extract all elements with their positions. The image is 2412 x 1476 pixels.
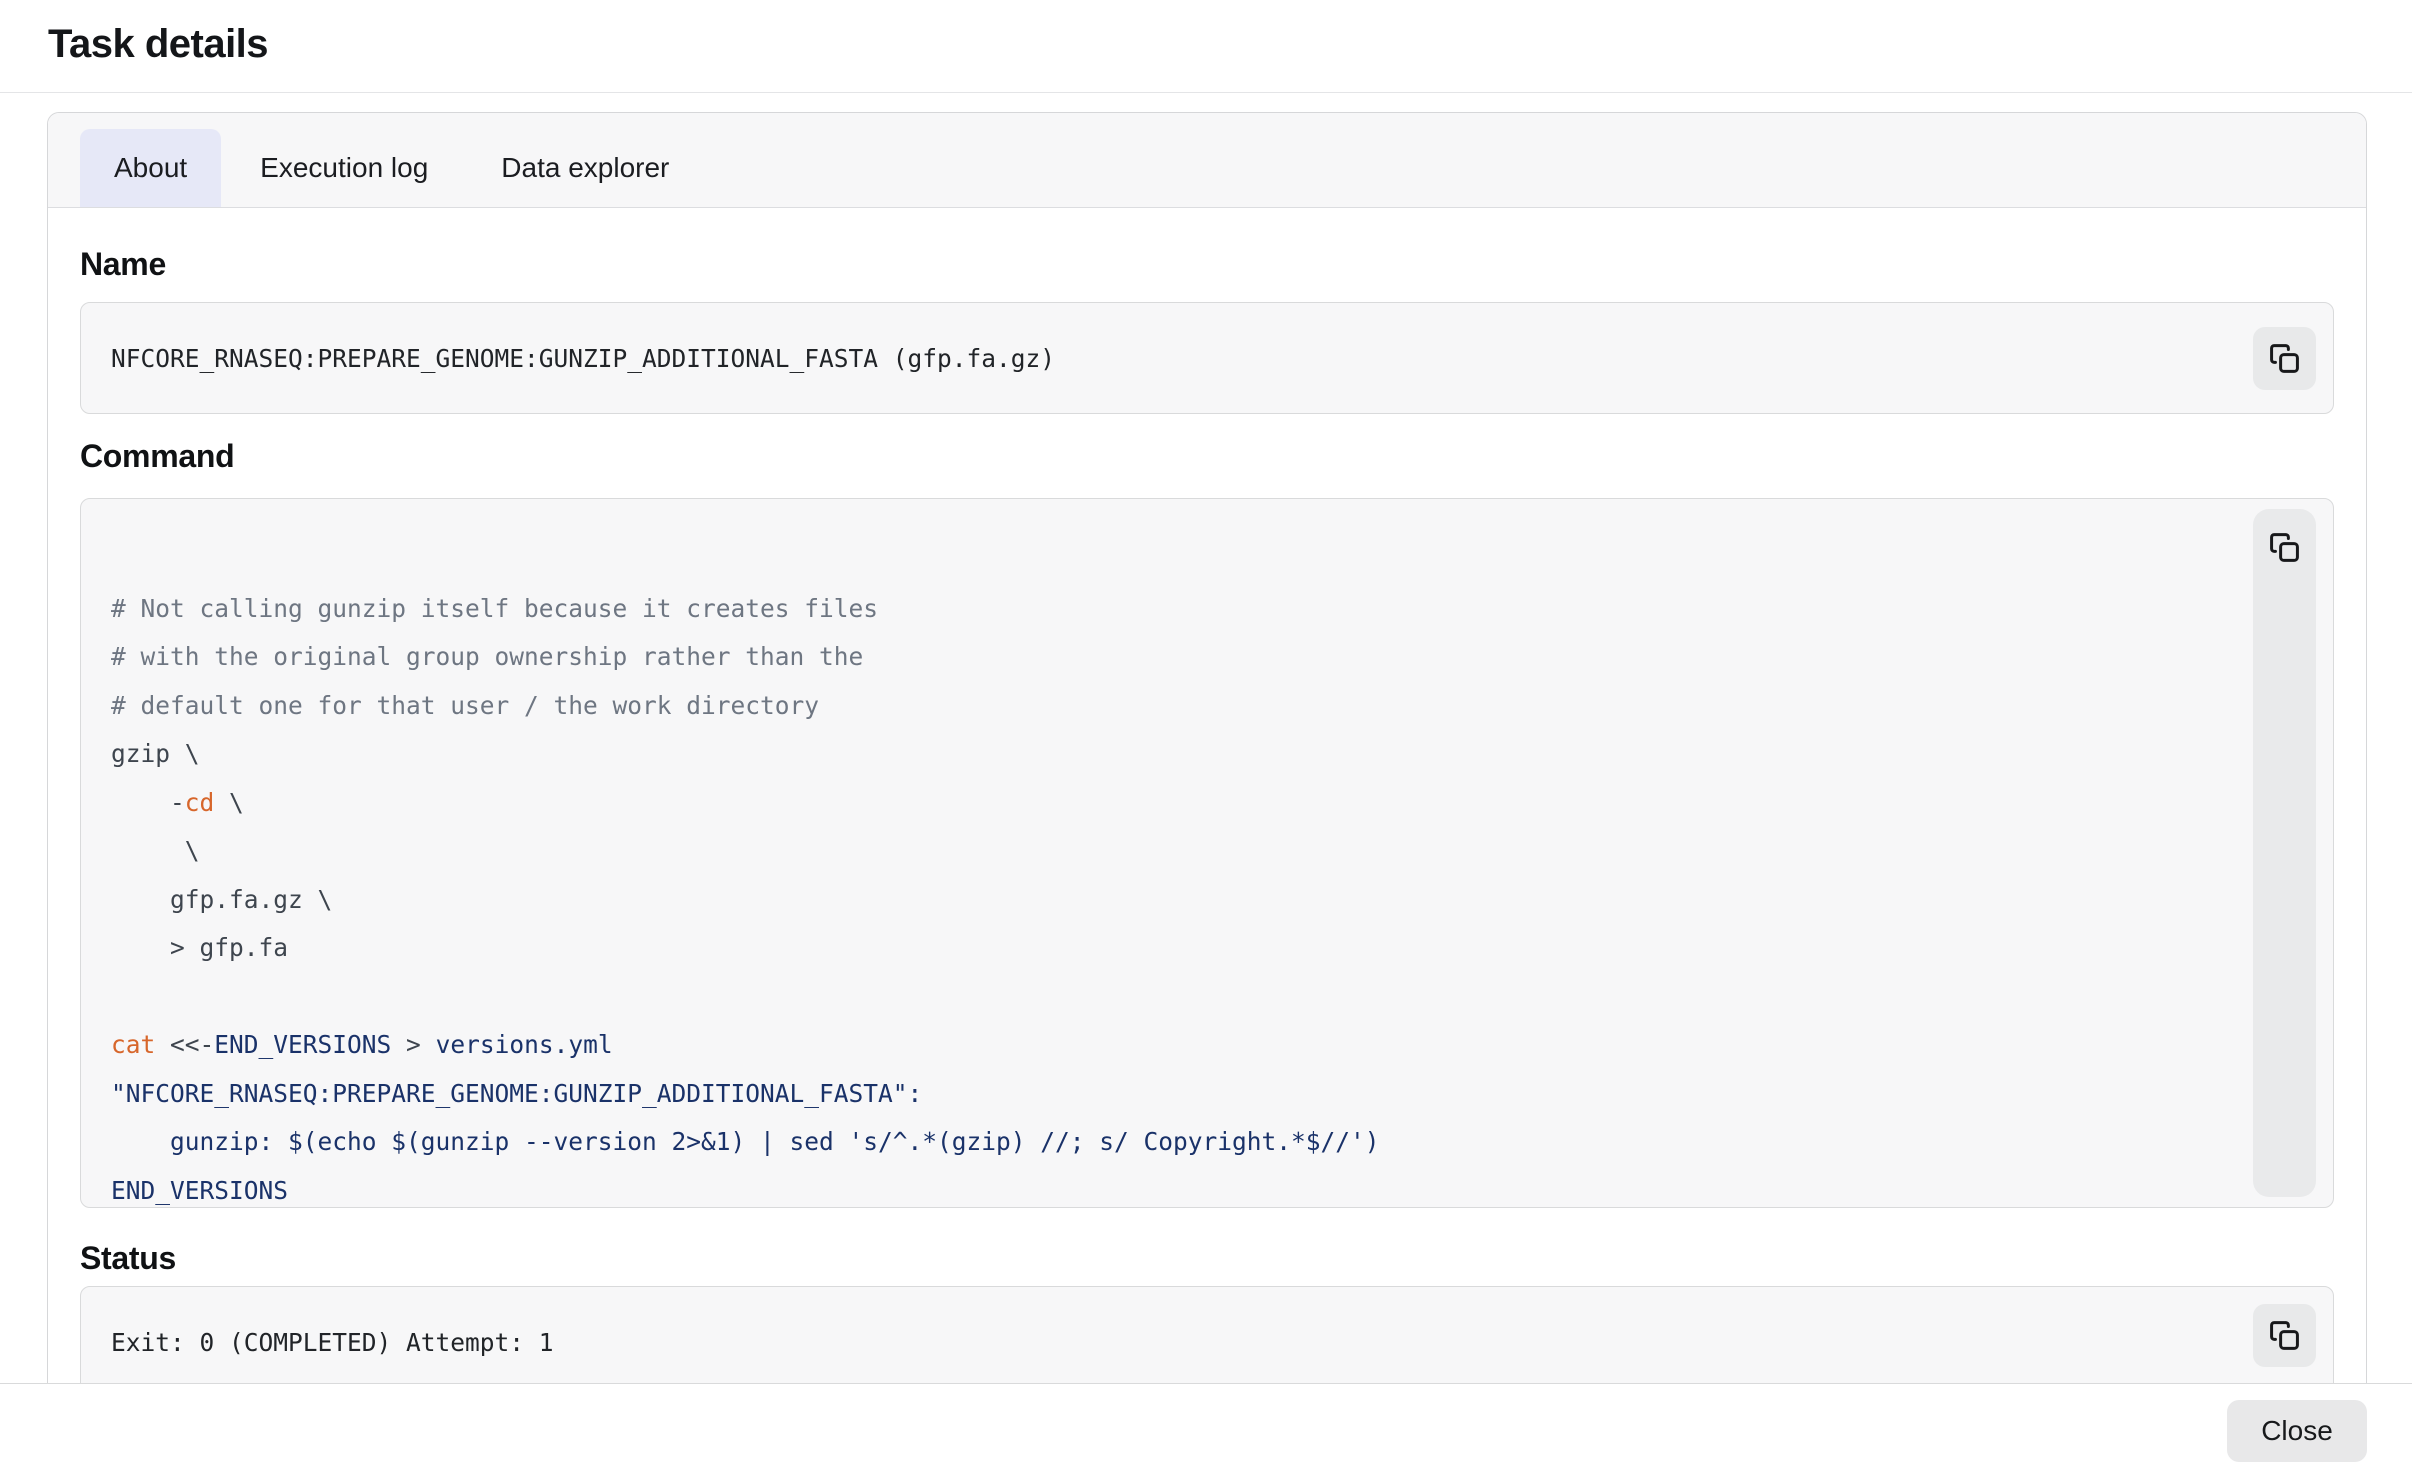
status-box: Exit: 0 (COMPLETED) Attempt: 1 — [80, 1286, 2334, 1383]
command-scrollbar[interactable] — [2253, 509, 2316, 1197]
copy-icon — [2269, 1320, 2300, 1351]
name-value: NFCORE_RNASEQ:PREPARE_GENOME:GUNZIP_ADDI… — [111, 344, 1055, 373]
copy-command-button[interactable] — [2253, 517, 2316, 580]
name-box: NFCORE_RNASEQ:PREPARE_GENOME:GUNZIP_ADDI… — [80, 302, 2334, 414]
status-value: Exit: 0 (COMPLETED) Attempt: 1 — [111, 1328, 554, 1357]
modal-footer: Close — [0, 1383, 2412, 1476]
page-title: Task details — [48, 22, 268, 67]
page-header: Task details — [0, 0, 2412, 93]
tab-about[interactable]: About — [80, 129, 221, 207]
code-line: # with the original group ownership rath… — [111, 633, 2213, 682]
tab-execution-log[interactable]: Execution log — [226, 129, 462, 207]
copy-icon — [2269, 343, 2300, 374]
code-line: # default one for that user / the work d… — [111, 682, 2213, 731]
tab-bar: AboutExecution logData explorer — [48, 113, 2366, 208]
code-line: -cd \ — [111, 779, 2213, 828]
code-line: gzip \ — [111, 730, 2213, 779]
tab-data-explorer[interactable]: Data explorer — [467, 129, 703, 207]
status-heading: Status — [80, 1242, 2334, 1274]
code-line: > gfp.fa — [111, 924, 2213, 973]
code-line — [111, 973, 2213, 1022]
close-button[interactable]: Close — [2227, 1400, 2367, 1462]
code-line: END_VERSIONS — [111, 1167, 2213, 1209]
code-line — [111, 536, 2213, 585]
code-line: # Not calling gunzip itself because it c… — [111, 585, 2213, 634]
name-heading: Name — [80, 248, 2334, 280]
task-details-page: Task details AboutExecution logData expl… — [0, 0, 2412, 1476]
card-body: Name NFCORE_RNASEQ:PREPARE_GENOME:GUNZIP… — [48, 208, 2366, 1383]
code-line: "NFCORE_RNASEQ:PREPARE_GENOME:GUNZIP_ADD… — [111, 1070, 2213, 1119]
code-line: cat <<-END_VERSIONS > versions.yml — [111, 1021, 2213, 1070]
copy-name-button[interactable] — [2253, 327, 2316, 390]
code-line: gfp.fa.gz \ — [111, 876, 2213, 925]
copy-status-button[interactable] — [2253, 1304, 2316, 1367]
copy-icon — [2269, 532, 2300, 566]
code-line: \ — [111, 827, 2213, 876]
command-heading: Command — [80, 440, 2334, 472]
command-box: # Not calling gunzip itself because it c… — [80, 498, 2334, 1208]
task-details-card: AboutExecution logData explorer Name NFC… — [47, 112, 2367, 1383]
command-code: # Not calling gunzip itself because it c… — [81, 499, 2333, 1208]
code-line: gunzip: $(echo $(gunzip --version 2>&1) … — [111, 1118, 2213, 1167]
